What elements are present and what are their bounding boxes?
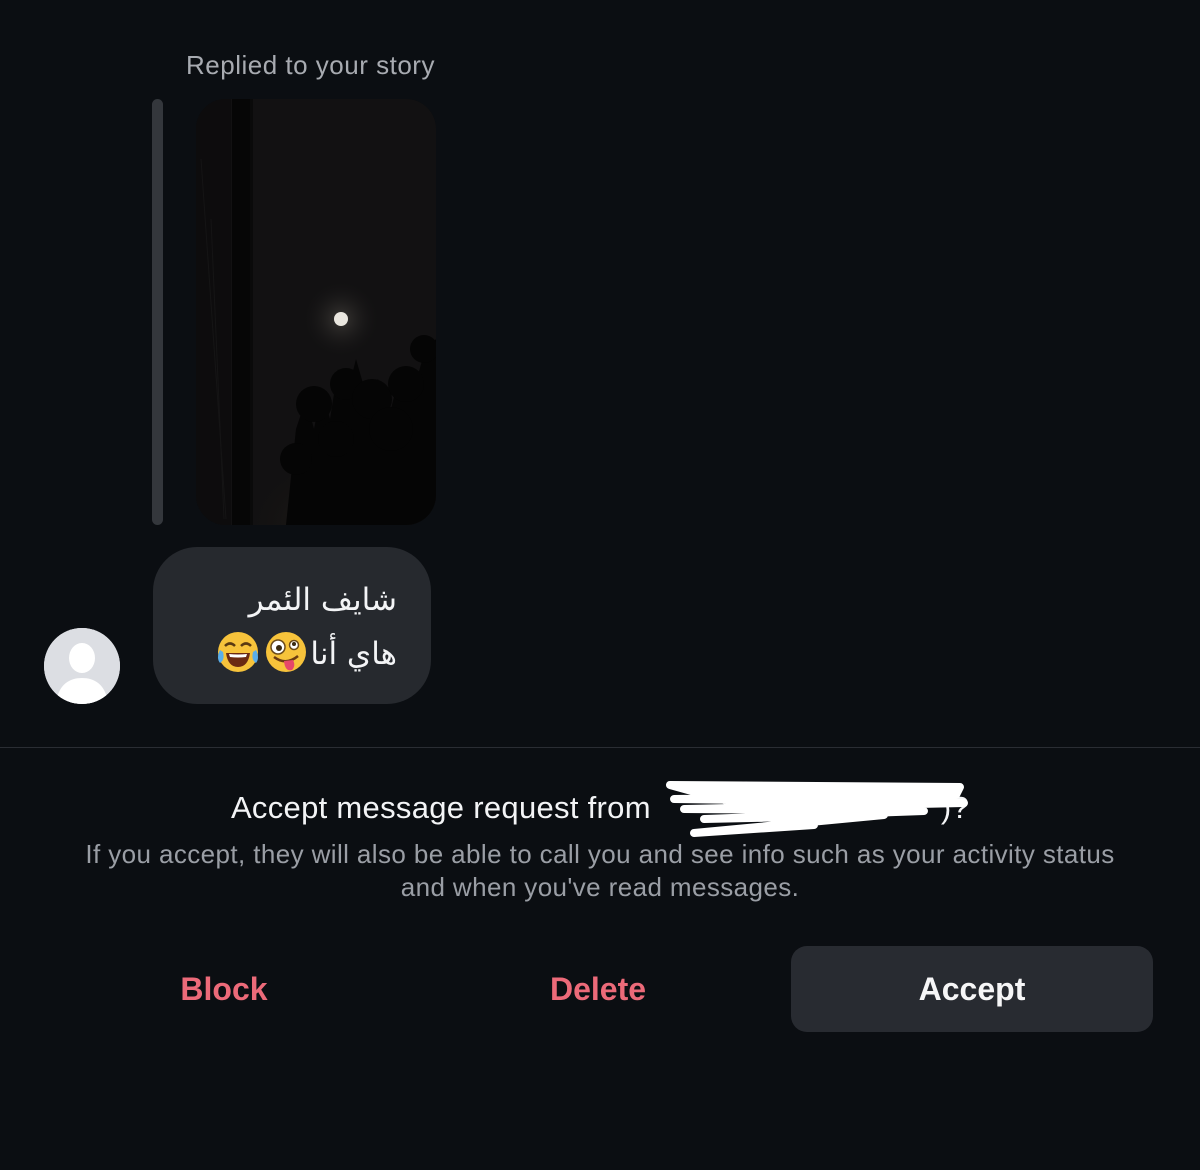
sender-avatar[interactable]: [44, 628, 120, 704]
tears-of-joy-emoji: [218, 632, 259, 672]
redaction-scribble: [666, 781, 968, 837]
accept-button[interactable]: Accept: [791, 946, 1153, 1032]
request-title: Accept message request from)?: [0, 790, 1200, 826]
message-request-screen: Replied to your story شايف الئمر هاي أنا…: [0, 0, 1200, 1170]
default-avatar-icon: [44, 628, 120, 704]
zany-face-emoji: [266, 632, 307, 672]
request-title-prefix: Accept message request from: [230, 790, 651, 825]
section-divider: [0, 747, 1200, 748]
replied-to-story-label: Replied to your story: [186, 50, 435, 80]
message-line-1: شايف الئمر: [248, 582, 397, 618]
reply-indicator-bar: [152, 99, 163, 525]
story-thumbnail[interactable]: [196, 99, 436, 525]
story-moon-photo: [196, 99, 436, 525]
message-line-2-text: هاي أنا: [310, 636, 397, 672]
message-bubble[interactable]: شايف الئمر هاي أنا: [153, 547, 431, 704]
block-button[interactable]: Block: [40, 946, 408, 1032]
request-description: If you accept, they will also be able to…: [85, 839, 1115, 902]
delete-button[interactable]: Delete: [414, 946, 782, 1032]
message-line-2: هاي أنا: [187, 627, 397, 681]
